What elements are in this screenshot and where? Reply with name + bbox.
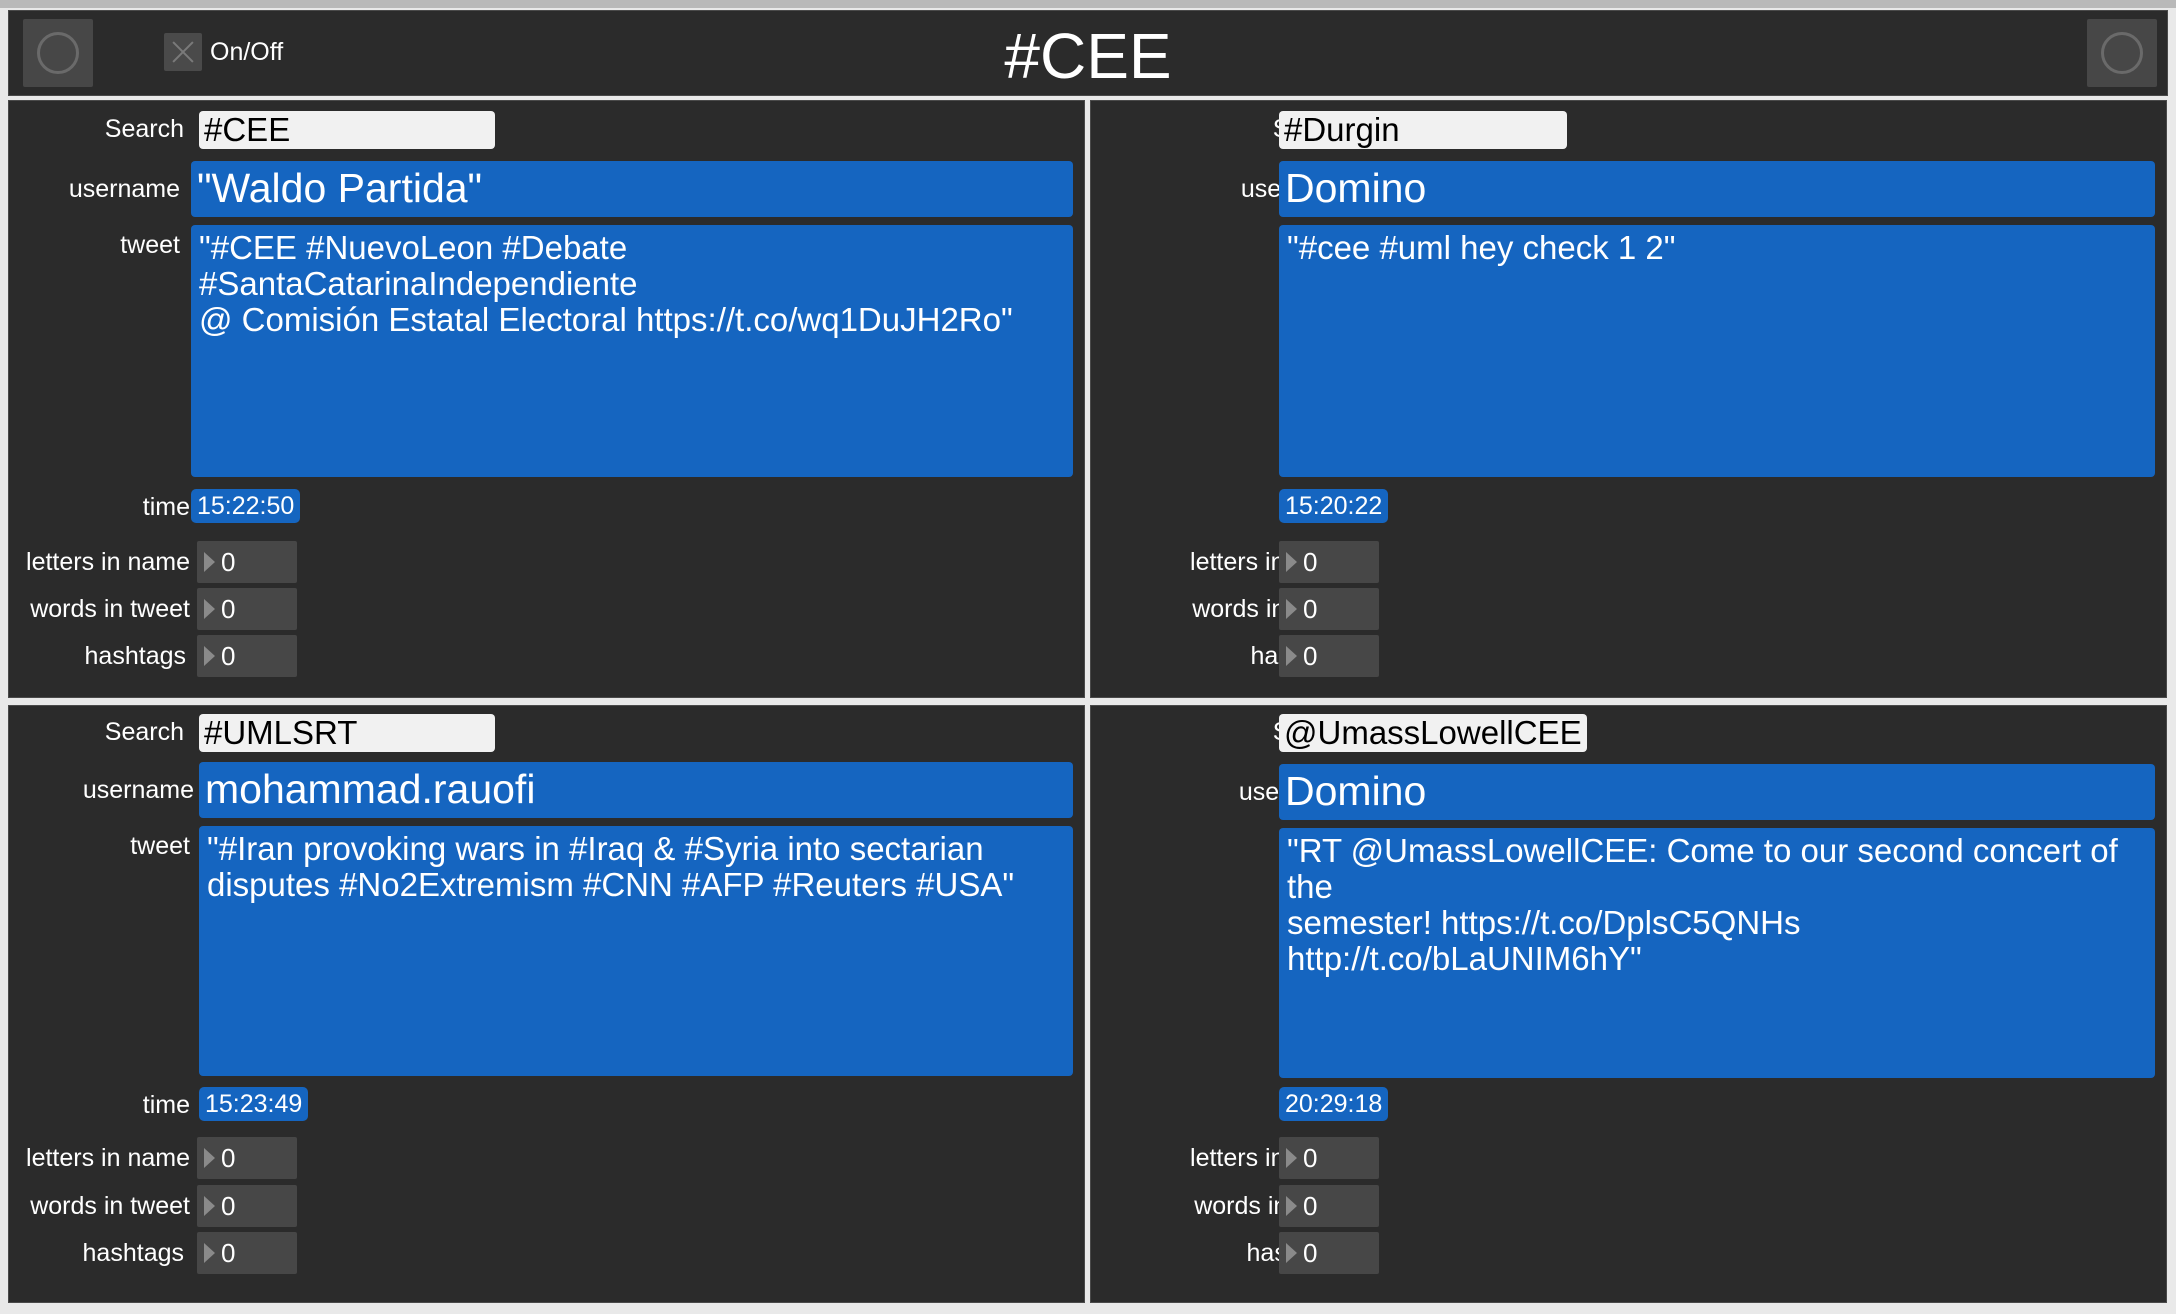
time-display: 20:29:18 — [1279, 1087, 1389, 1121]
time-label: time — [142, 1091, 190, 1119]
play-arrow-icon — [204, 599, 215, 619]
letters-in-name-number[interactable]: 0 — [1279, 541, 1379, 583]
play-arrow-icon — [204, 552, 215, 572]
tweet-label: tweet — [120, 231, 180, 259]
search-panel-1: Search #CEE username "Waldo Partida" twe… — [8, 100, 1085, 698]
tweet-display: "#Iran provoking wars in #Iraq & #Syria … — [199, 826, 1073, 1076]
hashtags-label: hashtags — [82, 1239, 184, 1267]
play-arrow-icon — [204, 1148, 215, 1168]
play-arrow-icon — [204, 646, 215, 666]
words-in-tweet-label: words in tweet — [30, 1192, 190, 1220]
tweet-label: tweet — [130, 832, 190, 860]
letters-in-name-label: letters in name — [26, 548, 190, 576]
search-label: Search — [104, 115, 184, 143]
time-label: time — [142, 493, 190, 521]
search-input[interactable]: @UmassLowellCEE — [1279, 714, 1587, 752]
play-arrow-icon — [1286, 1196, 1297, 1216]
words-in-tweet-number[interactable]: 0 — [1279, 1185, 1379, 1227]
words-in-tweet-number[interactable]: 0 — [197, 1185, 297, 1227]
words-in-tweet-number[interactable]: 0 — [1279, 588, 1379, 630]
hashtags-number[interactable]: 0 — [1279, 1232, 1379, 1274]
play-arrow-icon — [1286, 1243, 1297, 1263]
words-in-tweet-number[interactable]: 0 — [197, 588, 297, 630]
play-arrow-icon — [1286, 552, 1297, 572]
play-arrow-icon — [1286, 599, 1297, 619]
play-arrow-icon — [1286, 646, 1297, 666]
page-title: #CEE — [1004, 20, 1172, 92]
letters-in-name-number[interactable]: 0 — [1279, 1137, 1379, 1179]
username-label: username — [68, 175, 180, 203]
words-in-tweet-label: words in tweet — [30, 595, 190, 623]
search-panel-2: Search #Durgin username Domino tweet "#c… — [1090, 100, 2167, 698]
time-display: 15:23:49 — [199, 1087, 309, 1121]
hashtags-number[interactable]: 0 — [197, 635, 297, 677]
time-display: 15:22:50 — [191, 489, 301, 523]
letters-in-name-number[interactable]: 0 — [197, 541, 297, 583]
search-input[interactable]: #CEE — [199, 111, 495, 149]
circle-icon — [2101, 32, 2143, 74]
time-display: 15:20:22 — [1279, 489, 1389, 523]
header-bar: On/Off #CEE — [8, 10, 2168, 96]
tweet-display: "RT @UmassLowellCEE: Come to our second … — [1279, 828, 2155, 1078]
search-label: Search — [104, 718, 184, 746]
right-circle-button[interactable] — [2087, 19, 2157, 87]
play-arrow-icon — [1286, 1148, 1297, 1168]
search-panel-4: Search @UmassLowellCEE username Domino t… — [1090, 705, 2167, 1303]
play-arrow-icon — [204, 1243, 215, 1263]
tweet-display: "#CEE #NuevoLeon #Debate #SantaCatarinaI… — [191, 225, 1073, 477]
search-panel-3: Search #UMLSRT username mohammad.rauofi … — [8, 705, 1085, 1303]
hashtags-label: hashtags — [84, 642, 186, 670]
hashtags-number[interactable]: 0 — [1279, 635, 1379, 677]
top-border — [0, 0, 2176, 8]
hashtags-number[interactable]: 0 — [197, 1232, 297, 1274]
username-label: username — [82, 776, 194, 804]
tweet-display: "#cee #uml hey check 1 2" — [1279, 225, 2155, 477]
username-display: Domino — [1279, 161, 2155, 217]
search-input[interactable]: #Durgin — [1279, 111, 1567, 149]
search-input[interactable]: #UMLSRT — [199, 714, 495, 752]
play-arrow-icon — [204, 1196, 215, 1216]
letters-in-name-label: letters in name — [26, 1144, 190, 1172]
letters-in-name-number[interactable]: 0 — [197, 1137, 297, 1179]
username-display: Domino — [1279, 764, 2155, 820]
username-display: "Waldo Partida" — [191, 161, 1073, 217]
username-display: mohammad.rauofi — [199, 762, 1073, 818]
